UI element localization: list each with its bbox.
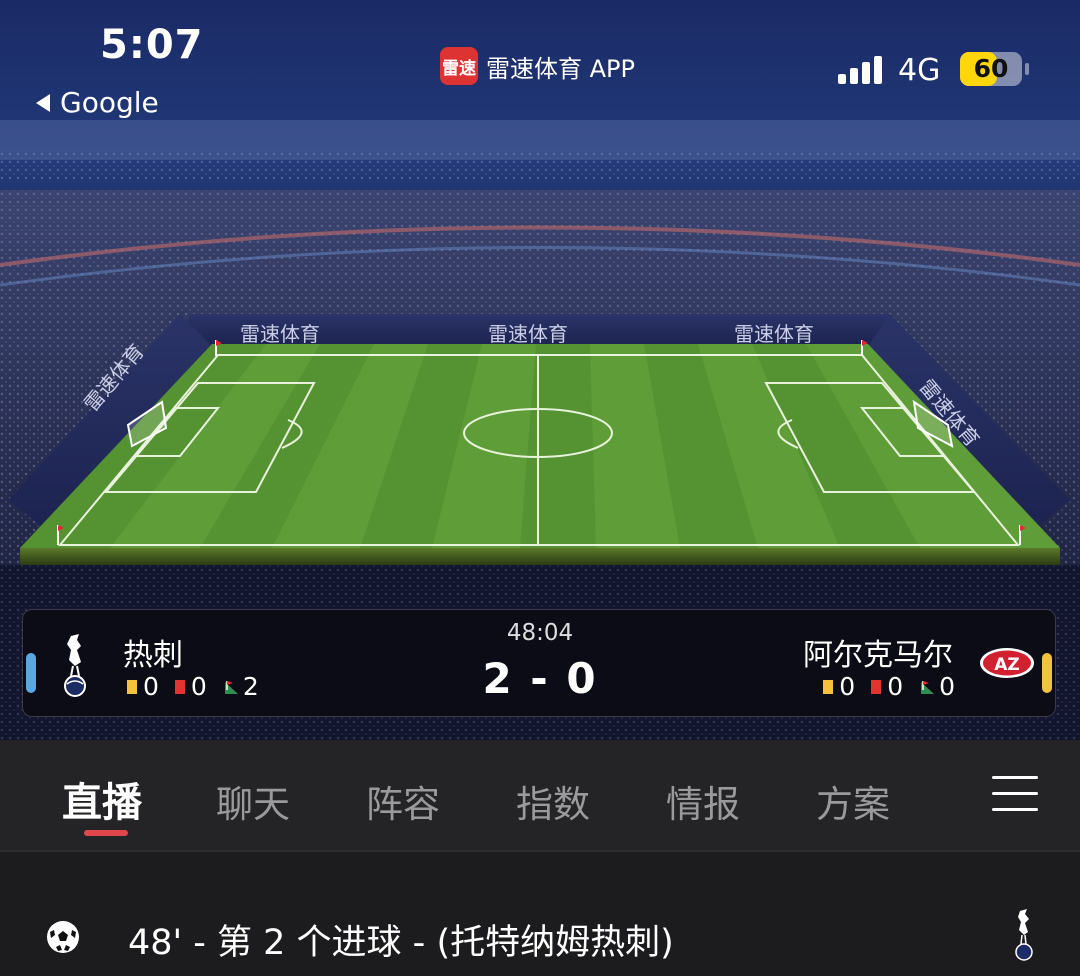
- soccer-ball-icon: [47, 921, 79, 953]
- red-card-icon: [871, 679, 882, 694]
- yellow-card-icon: [823, 679, 834, 694]
- signal-icon: [838, 54, 882, 84]
- event-text: 48' - 第 2 个进球 - (托特纳姆热刺): [128, 923, 674, 963]
- away-stats: 0 0 0: [823, 672, 955, 701]
- app-logo-icon: 雷速: [440, 47, 478, 85]
- ad-board-text: 雷速体育: [240, 322, 320, 346]
- app-badge[interactable]: 雷速 雷速体育 APP: [440, 47, 635, 85]
- corner-flag-icon: [921, 680, 935, 694]
- app-badge-label: 雷速体育 APP: [486, 54, 635, 83]
- back-arrow-icon: [36, 93, 50, 112]
- battery-nub: [1025, 63, 1029, 75]
- back-to-google-button[interactable]: Google: [36, 86, 159, 119]
- ad-board-text: 雷速体育: [488, 322, 568, 346]
- svg-text:AZ: AZ: [994, 655, 1019, 675]
- tab-odds[interactable]: 指数: [516, 774, 590, 828]
- battery-level: 60: [973, 54, 1009, 83]
- tab-bar: 直播 聊天 阵容 指数 情报 方案: [0, 740, 1080, 850]
- tab-plans[interactable]: 方案: [816, 774, 890, 828]
- event-feed: 48' - 第 2 个进球 - (托特纳姆热刺): [0, 852, 1080, 976]
- az-alkmaar-logo-icon: AZ: [980, 648, 1034, 678]
- tottenham-cockerel-icon: [1015, 909, 1033, 961]
- network-type: 4G: [898, 53, 941, 88]
- away-red-cards: 0: [871, 672, 903, 701]
- away-team-name: 阿尔克马尔: [803, 638, 953, 673]
- tab-intel[interactable]: 情报: [666, 774, 740, 828]
- away-corners: 0: [919, 672, 955, 701]
- battery-icon: 60: [960, 52, 1022, 86]
- back-label: Google: [60, 86, 159, 119]
- status-time: 5:07: [100, 22, 204, 68]
- tab-chat[interactable]: 聊天: [216, 774, 290, 828]
- away-yellow-cards: 0: [823, 672, 855, 701]
- away-side-indicator: [1042, 653, 1052, 693]
- active-tab-indicator: [84, 830, 128, 836]
- score-card[interactable]: 热刺 0 0 2 48:04 2 - 0 阿尔克马尔 0 0 0 AZ: [22, 609, 1056, 717]
- ad-board-text: 雷速体育: [734, 322, 814, 346]
- tab-lineup[interactable]: 阵容: [366, 774, 440, 828]
- tab-live[interactable]: 直播: [62, 770, 142, 828]
- menu-icon[interactable]: [992, 774, 1040, 814]
